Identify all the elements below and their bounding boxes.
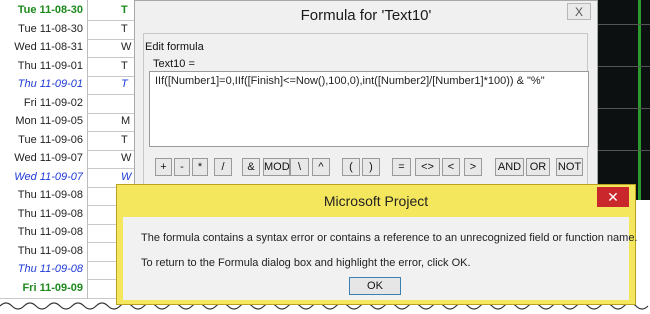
operator-or-button[interactable]: OR — [526, 158, 550, 176]
operator-greater-than-button[interactable]: > — [464, 158, 482, 176]
operator-not-equal-button[interactable]: <> — [415, 158, 440, 176]
operator-ampersand-button[interactable]: & — [242, 158, 260, 176]
gantt-marker-line — [638, 0, 641, 200]
operator-mod-button[interactable]: MOD — [263, 158, 290, 176]
operator-divide-button[interactable]: / — [214, 158, 232, 176]
error-message-text: The formula contains a syntax error or c… — [141, 232, 638, 244]
operator-plus-button[interactable]: + — [155, 158, 172, 176]
operator-less-than-button[interactable]: < — [442, 158, 460, 176]
message-box-title: Microsoft Project — [323, 193, 429, 209]
ok-button[interactable]: OK — [349, 277, 401, 295]
operator-minus-button[interactable]: - — [174, 158, 190, 176]
gantt-gridline — [598, 108, 650, 109]
field-name-label: Text10 = — [153, 58, 195, 70]
message-box-close-button[interactable]: ✕ — [597, 187, 629, 207]
operator-caret-button[interactable]: ^ — [312, 158, 330, 176]
gantt-gridline — [598, 24, 650, 25]
instruction-text: To return to the Formula dialog box and … — [141, 257, 471, 269]
message-box-body: The formula contains a syntax error or c… — [123, 217, 638, 300]
operator-multiply-button[interactable]: * — [192, 158, 208, 176]
operator-open-paren-button[interactable]: ( — [342, 158, 360, 176]
operator-not-button[interactable]: NOT — [556, 158, 583, 176]
error-message-box: Microsoft Project ✕ The formula contains… — [116, 184, 638, 305]
formula-textarea[interactable]: IIf([Number1]=0,IIf([Finish]<=Now(),100,… — [149, 71, 589, 147]
gantt-gridline — [598, 150, 650, 151]
date-cell[interactable]: Fri 11-09-09 — [0, 277, 88, 299]
formula-dialog-title: Formula for 'Text10' — [300, 7, 432, 24]
gantt-chart-area — [598, 0, 650, 200]
formula-dialog-close-button[interactable]: X — [567, 3, 591, 20]
operator-close-paren-button[interactable]: ) — [362, 158, 380, 176]
operator-backslash-button[interactable]: \ — [290, 158, 309, 176]
gantt-gridline — [598, 66, 650, 67]
operator-equals-button[interactable]: = — [392, 158, 411, 176]
formula-dialog: Formula for 'Text10' X Edit formula Text… — [134, 0, 598, 200]
edit-formula-label: Edit formula — [145, 41, 204, 53]
operator-and-button[interactable]: AND — [495, 158, 524, 176]
